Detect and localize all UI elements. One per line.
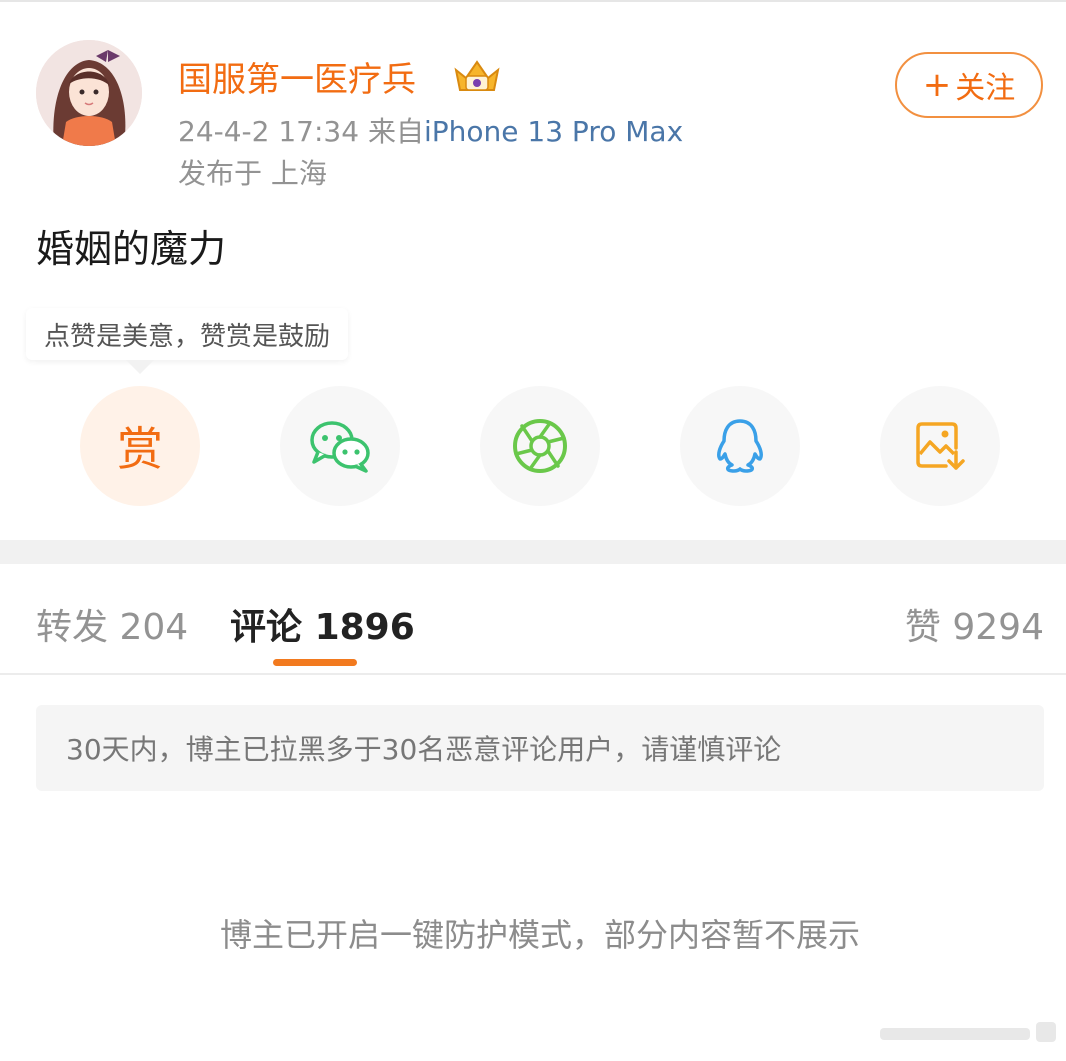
qq-icon	[717, 419, 763, 473]
tab-repost[interactable]: 转发 204	[36, 598, 188, 650]
tab-like-label: 赞	[904, 607, 941, 648]
post-text: 婚姻的魔力	[36, 227, 227, 271]
tab-comment-count: 1896	[314, 607, 415, 648]
author-name[interactable]: 国服第一医疗兵	[178, 52, 416, 101]
active-tab-indicator	[273, 659, 357, 666]
share-qq-button[interactable]	[680, 386, 800, 506]
protection-message: 博主已开启一键防护模式，部分内容暂不展示	[219, 916, 860, 954]
save-image-icon	[916, 422, 965, 470]
reward-icon: 赏	[117, 422, 163, 476]
tab-repost-count: 204	[119, 607, 189, 648]
save-image-button[interactable]	[880, 386, 1000, 506]
comment-notice: 30天内，博主已拉黑多于30名恶意评论用户，请谨慎评论	[36, 705, 1044, 791]
follow-button[interactable]: + 关注	[895, 52, 1043, 118]
moments-icon	[513, 419, 567, 473]
follow-label: 关注	[955, 71, 1016, 106]
tab-comment-label: 评论	[230, 607, 303, 648]
wechat-icon	[310, 421, 370, 473]
post-meta: 24-4-2 17:34 来自iPhone 13 Pro Max	[178, 110, 683, 150]
avatar[interactable]	[36, 40, 142, 146]
watermark-logo	[880, 1022, 1056, 1042]
source-device[interactable]: iPhone 13 Pro Max	[424, 115, 683, 148]
tooltip-arrow	[126, 360, 154, 374]
section-gap	[0, 540, 1066, 564]
reward-button[interactable]: 赏	[80, 386, 200, 506]
avatar-illustration	[36, 40, 142, 146]
plus-icon: +	[922, 65, 952, 105]
top-divider	[0, 0, 1066, 2]
post-timestamp: 24-4-2 17:34	[178, 115, 360, 148]
tab-like-count: 9294	[952, 607, 1044, 648]
share-wechat-button[interactable]	[280, 386, 400, 506]
tab-like[interactable]: 赞 9294	[905, 598, 1044, 650]
source-prefix: 来自	[367, 115, 424, 148]
crown-badge-icon[interactable]	[452, 56, 502, 96]
tab-repost-label: 转发	[36, 607, 109, 648]
tab-comment[interactable]: 评论 1896	[230, 598, 415, 650]
tabs-divider	[0, 673, 1066, 675]
reward-tooltip: 点赞是美意，赞赏是鼓励	[26, 308, 349, 360]
post-location: 发布于 上海	[178, 157, 327, 190]
share-moments-button[interactable]	[480, 386, 600, 506]
